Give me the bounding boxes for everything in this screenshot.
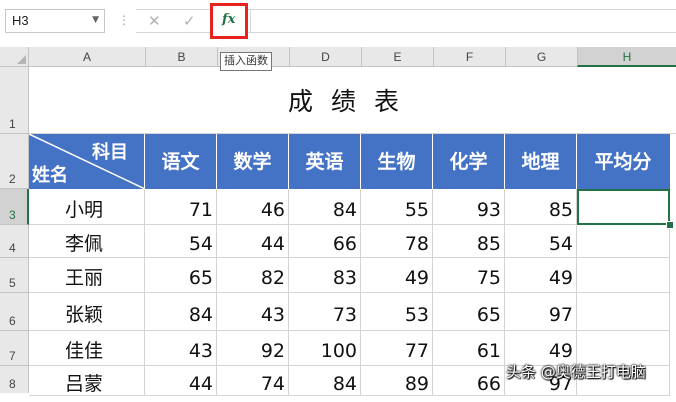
- score-cell[interactable]: 74: [217, 366, 289, 396]
- student-name-cell[interactable]: 小明: [29, 189, 145, 225]
- average-cell[interactable]: [577, 293, 670, 331]
- enter-icon[interactable]: ✓: [183, 12, 196, 30]
- score-cell[interactable]: 61: [433, 331, 505, 366]
- header-cell[interactable]: 生物: [361, 134, 433, 189]
- score-cell[interactable]: 55: [361, 189, 433, 225]
- score-cell[interactable]: 46: [217, 189, 289, 225]
- column-header-e[interactable]: E: [361, 47, 433, 67]
- score-cell[interactable]: 75: [433, 258, 505, 293]
- sheet-title[interactable]: 成绩表: [29, 67, 676, 134]
- header-diagonal-cell[interactable]: 科目 姓名: [29, 134, 145, 189]
- score-cell[interactable]: 92: [217, 331, 289, 366]
- score-cell[interactable]: 44: [145, 366, 217, 396]
- score-cell[interactable]: 49: [505, 258, 577, 293]
- column-header-a[interactable]: A: [29, 47, 145, 67]
- header-subject-label: 科目: [92, 142, 128, 163]
- header-name-label: 姓名: [32, 165, 68, 186]
- header-cell[interactable]: 化学: [433, 134, 505, 189]
- row-header-2[interactable]: 2: [0, 134, 29, 189]
- score-cell[interactable]: 84: [289, 189, 361, 225]
- score-cell[interactable]: 85: [433, 225, 505, 258]
- row-header-5[interactable]: 5: [0, 258, 29, 293]
- student-name-cell[interactable]: 吕蒙: [29, 366, 145, 396]
- fx-icon[interactable]: fx: [222, 12, 235, 27]
- active-cell-selection: [577, 189, 670, 225]
- score-cell[interactable]: 53: [361, 293, 433, 331]
- row-number: 3: [9, 208, 16, 222]
- chevron-down-icon[interactable]: ▼: [92, 15, 99, 25]
- column-header-g[interactable]: G: [505, 47, 577, 67]
- insert-function-tooltip: 插入函数: [220, 52, 272, 71]
- score-cell[interactable]: 66: [289, 225, 361, 258]
- score-cell[interactable]: 93: [433, 189, 505, 225]
- row-header-6[interactable]: 6: [0, 293, 29, 331]
- row-number: 5: [9, 276, 16, 290]
- column-header-b[interactable]: B: [145, 47, 217, 67]
- fill-handle[interactable]: [666, 221, 674, 229]
- select-all-corner[interactable]: [0, 47, 29, 67]
- row-header-8[interactable]: 8: [0, 366, 29, 393]
- score-cell[interactable]: 71: [145, 189, 217, 225]
- header-cell[interactable]: 语文: [145, 134, 217, 189]
- header-cell[interactable]: 地理: [505, 134, 577, 189]
- score-cell[interactable]: 43: [217, 293, 289, 331]
- score-cell[interactable]: 78: [361, 225, 433, 258]
- score-cell[interactable]: 54: [505, 225, 577, 258]
- column-header-h[interactable]: H: [577, 47, 676, 67]
- average-cell[interactable]: [577, 225, 670, 258]
- score-cell[interactable]: 100: [289, 331, 361, 366]
- score-cell[interactable]: 44: [217, 225, 289, 258]
- student-name-cell[interactable]: 张颖: [29, 293, 145, 331]
- score-cell[interactable]: 85: [505, 189, 577, 225]
- column-header-f[interactable]: F: [433, 47, 505, 67]
- average-cell[interactable]: [577, 258, 670, 293]
- name-box[interactable]: H3 ▼: [5, 9, 105, 33]
- row-header-3[interactable]: 3: [0, 189, 29, 225]
- watermark: 头条 @奥德王打电脑: [506, 363, 646, 381]
- score-cell[interactable]: 73: [289, 293, 361, 331]
- score-cell[interactable]: 65: [433, 293, 505, 331]
- name-box-value[interactable]: H3: [12, 13, 29, 28]
- score-cell[interactable]: 66: [433, 366, 505, 396]
- score-cell[interactable]: 54: [145, 225, 217, 258]
- score-cell[interactable]: 77: [361, 331, 433, 366]
- student-name-cell[interactable]: 王丽: [29, 258, 145, 293]
- row-header-7[interactable]: 7: [0, 331, 29, 366]
- header-cell[interactable]: 平均分: [577, 134, 670, 189]
- cancel-icon[interactable]: ✕: [148, 12, 161, 30]
- score-cell[interactable]: 43: [145, 331, 217, 366]
- score-cell[interactable]: 84: [145, 293, 217, 331]
- formula-input[interactable]: [252, 9, 676, 33]
- row-number: 8: [9, 377, 16, 391]
- header-cell[interactable]: 数学: [217, 134, 289, 189]
- row-number: 1: [9, 117, 16, 131]
- formula-bar: H3 ▼ ⋮ ✕ ✓ fx: [0, 0, 676, 46]
- student-name-cell[interactable]: 李佩: [29, 225, 145, 258]
- score-cell[interactable]: 49: [361, 258, 433, 293]
- row-number: 4: [9, 241, 16, 255]
- row-header-1[interactable]: 1: [0, 67, 29, 134]
- score-cell[interactable]: 82: [217, 258, 289, 293]
- score-cell[interactable]: 89: [361, 366, 433, 396]
- more-options-icon[interactable]: ⋮: [118, 13, 130, 27]
- score-cell[interactable]: 97: [505, 293, 577, 331]
- score-cell[interactable]: 83: [289, 258, 361, 293]
- row-number: 7: [9, 349, 16, 363]
- row-number: 6: [9, 314, 16, 328]
- row-number: 2: [9, 172, 16, 186]
- select-all-icon: [17, 55, 26, 64]
- formula-separator: [250, 9, 251, 33]
- insert-function-button[interactable]: fx: [210, 3, 248, 39]
- score-cell[interactable]: 84: [289, 366, 361, 396]
- column-header-d[interactable]: D: [289, 47, 361, 67]
- row-header-4[interactable]: 4: [0, 225, 29, 258]
- score-cell[interactable]: 65: [145, 258, 217, 293]
- student-name-cell[interactable]: 佳佳: [29, 331, 145, 366]
- header-cell[interactable]: 英语: [289, 134, 361, 189]
